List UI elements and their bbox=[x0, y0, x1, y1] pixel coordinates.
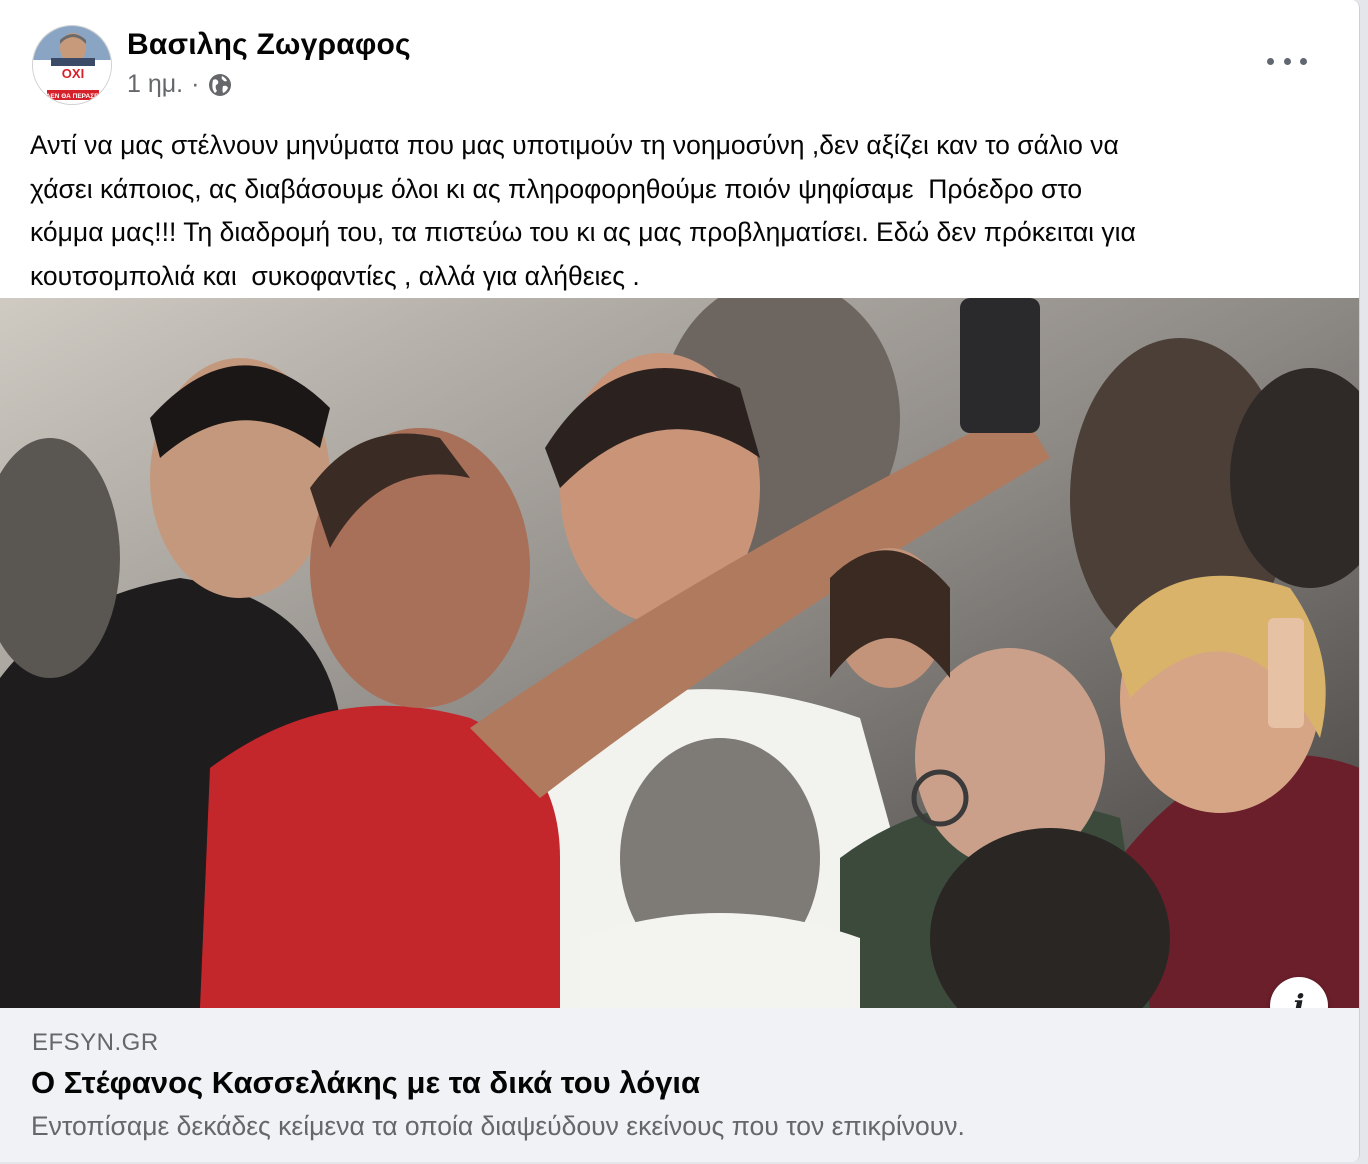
more-dot bbox=[1283, 57, 1291, 65]
link-domain: EFSYN.GR bbox=[32, 1029, 159, 1056]
facebook-post: ΟΧΙ ΔΕΝ ΘΑ ΠΕΡΑΣΕΙ Βασιλης Ζωγραφος 1 ημ… bbox=[0, 0, 1360, 1162]
post-text: Αντί να μας στέλνουν μηνύματα που μας υπ… bbox=[30, 130, 1136, 291]
link-preview-image[interactable] bbox=[0, 298, 1359, 1008]
link-description: Εντοπίσαμε δεκάδες κείμενα τα οποία διαψ… bbox=[31, 1111, 965, 1141]
meta-separator: · bbox=[191, 70, 200, 98]
avatar-badge-line2: ΔΕΝ ΘΑ ΠΕΡΑΣΕΙ bbox=[46, 93, 101, 100]
link-title[interactable]: Ο Στέφανος Κασσελάκης με τα δικά του λόγ… bbox=[31, 1065, 700, 1101]
post-meta: 1 ημ. · bbox=[127, 70, 233, 99]
avatar-badge-line1: ΟΧΙ bbox=[62, 66, 84, 81]
more-dot bbox=[1300, 57, 1307, 65]
link-preview[interactable]: EFSYN.GR Ο Στέφανος Κασσελάκης με τα δικ… bbox=[0, 1008, 1359, 1162]
avatar-image: ΟΧΙ ΔΕΝ ΘΑ ΠΕΡΑΣΕΙ bbox=[33, 26, 111, 104]
author-name[interactable]: Βασιλης Ζωγραφος bbox=[127, 28, 411, 62]
post-timestamp[interactable]: 1 ημ. bbox=[127, 70, 183, 99]
more-dot bbox=[1267, 57, 1274, 65]
more-options-icon[interactable] bbox=[1267, 46, 1307, 76]
post-header: ΟΧΙ ΔΕΝ ΘΑ ΠΕΡΑΣΕΙ Βασιλης Ζωγραφος 1 ημ… bbox=[0, 0, 1359, 120]
globe-icon[interactable] bbox=[207, 72, 233, 98]
author-avatar[interactable]: ΟΧΙ ΔΕΝ ΘΑ ΠΕΡΑΣΕΙ bbox=[32, 25, 112, 105]
